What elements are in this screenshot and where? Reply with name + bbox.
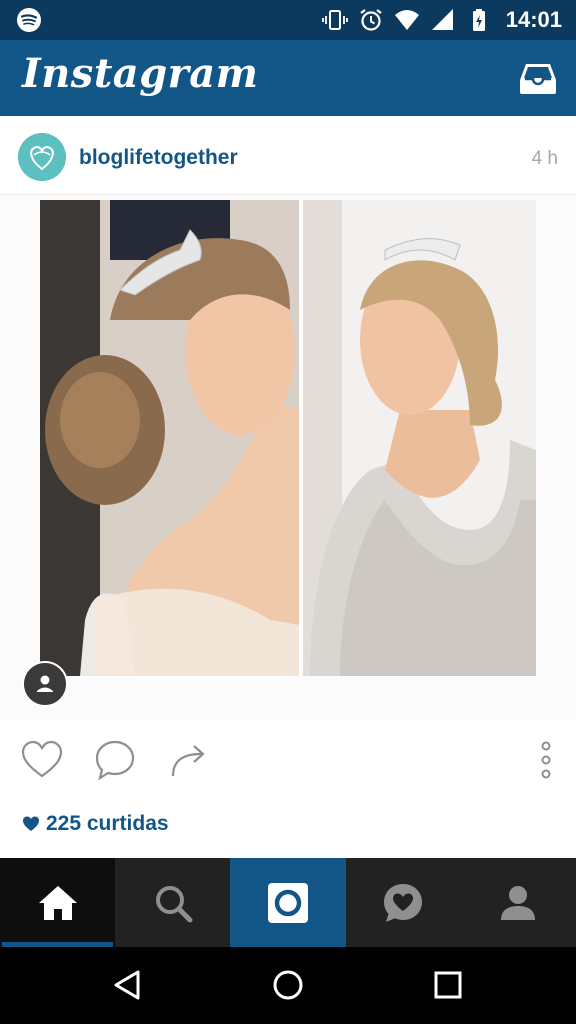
app-logo: Instagram: [22, 50, 259, 97]
post-header: bloglifetogether 4 h: [0, 116, 576, 195]
post-photo[interactable]: [40, 200, 536, 676]
tab-home[interactable]: [0, 858, 116, 947]
signal-icon: [431, 9, 453, 30]
recent-apps-icon[interactable]: [430, 967, 466, 1003]
like-button[interactable]: [20, 738, 64, 782]
tab-search[interactable]: [115, 858, 230, 947]
back-icon[interactable]: [110, 967, 146, 1003]
post-media: [0, 195, 576, 720]
system-nav-bar: [0, 947, 576, 1024]
likes-label: 225 curtidas: [46, 812, 169, 835]
app-bar: Instagram: [0, 40, 576, 116]
more-options-icon[interactable]: [530, 738, 562, 782]
heart-icon: [23, 816, 39, 831]
inbox-icon[interactable]: [518, 58, 558, 98]
status-bar: 14:01: [0, 0, 576, 40]
camera-icon: [268, 882, 308, 923]
vibrate-icon: [321, 10, 348, 30]
avatar[interactable]: [18, 133, 66, 181]
tagged-user-icon[interactable]: [22, 661, 68, 707]
share-button[interactable]: [167, 738, 211, 782]
spotify-icon: [17, 8, 41, 32]
clock: 14:01: [505, 7, 562, 32]
post-timestamp: 4 h: [531, 148, 558, 169]
comment-button[interactable]: [93, 738, 137, 782]
likes-count[interactable]: 225 curtidas: [22, 812, 169, 836]
wifi-icon: [394, 10, 419, 30]
home-button-icon[interactable]: [270, 967, 306, 1003]
home-icon: [38, 885, 77, 920]
search-icon: [155, 885, 193, 922]
tab-camera[interactable]: [230, 858, 346, 947]
alarm-icon: [360, 9, 382, 31]
bottom-tab-bar: [0, 858, 576, 947]
battery-icon: [472, 9, 485, 31]
post-username[interactable]: bloglifetogether: [79, 146, 238, 170]
profile-icon: [501, 885, 536, 920]
activity-icon: [384, 883, 423, 922]
tab-activity[interactable]: [346, 858, 461, 947]
post-actions: [0, 730, 576, 790]
tab-profile[interactable]: [461, 858, 576, 947]
